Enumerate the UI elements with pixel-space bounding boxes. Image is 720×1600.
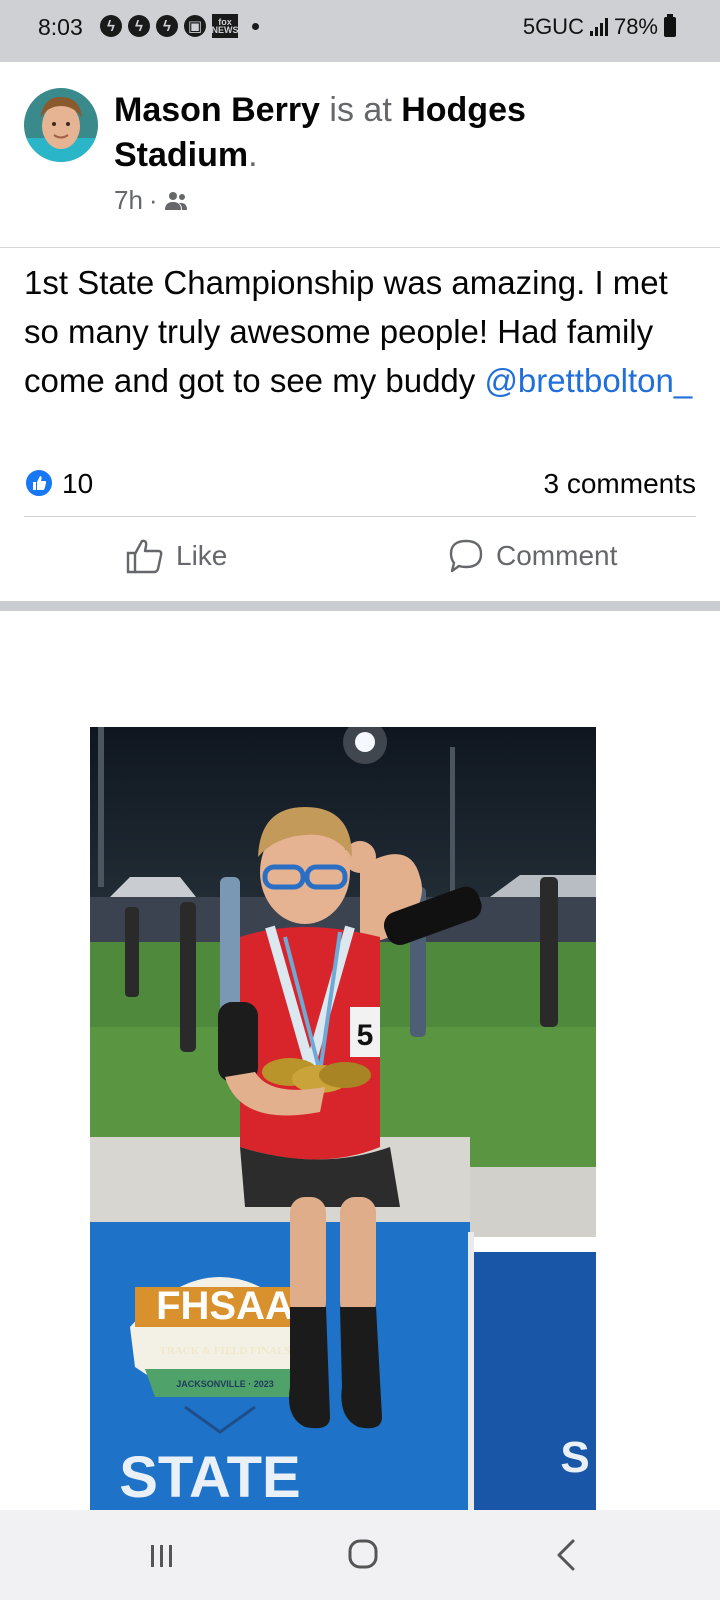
recent-apps-icon[interactable] (147, 1540, 177, 1570)
status-right: 5GUC 78% (523, 14, 676, 40)
signal-icon (589, 18, 608, 36)
thumbs-up-icon (126, 539, 163, 574)
checkin-connector: is at (319, 91, 402, 129)
fhsaa-logo-text: FHSAA (156, 1284, 294, 1328)
header-divider (0, 247, 720, 248)
messenger-icon: ϟ (156, 15, 178, 37)
post-photo[interactable]: FHSAA TRACK & FIELD FINALS JACKSONVILLE … (90, 727, 596, 1510)
friends-icon (164, 191, 187, 210)
notification-icons: ϟ ϟ ϟ ▣ fox NEWS (100, 14, 259, 38)
like-button[interactable]: Like (126, 538, 227, 574)
battery-percent: 78% (613, 14, 658, 39)
comment-button[interactable]: Comment (448, 538, 617, 574)
post-meta: 7h · (114, 185, 188, 216)
like-count[interactable]: 10 (62, 468, 93, 500)
reactions-row: 10 3 comments (24, 464, 696, 508)
state-text: STATE (119, 1445, 301, 1510)
android-nav-bar (0, 1510, 720, 1600)
author-line: Mason Berry is at Hodges Stadium. (114, 88, 674, 178)
mention-link[interactable]: @brettbolton_ (484, 362, 692, 399)
like-label: Like (176, 540, 228, 571)
messenger-icon: ϟ (128, 15, 150, 37)
banner-text: TRACK & FIELD FINALS (159, 1345, 290, 1357)
battery-icon (664, 14, 676, 37)
status-time: 8:03 (38, 14, 83, 40)
checkin-period: . (248, 136, 258, 174)
side-text: S (560, 1433, 589, 1482)
avatar[interactable] (24, 88, 98, 162)
comment-bubble-icon (449, 539, 483, 573)
comment-count[interactable]: 3 comments (544, 468, 697, 500)
post-header: Mason Berry is at Hodges Stadium. 7h · (0, 62, 720, 247)
post-text: 1st State Championship was amazing. I me… (24, 258, 704, 405)
messenger-icon: ϟ (100, 15, 122, 37)
lock-icon: ▣ (184, 15, 206, 37)
section-separator (0, 601, 720, 611)
actions-divider (24, 516, 696, 517)
bib-number: 5 (357, 1019, 374, 1052)
status-bar: 8:03 ϟ ϟ ϟ ▣ fox NEWS 5GUC 78% (0, 0, 720, 62)
more-notifications-dot (252, 22, 259, 30)
post-time[interactable]: 7h (114, 185, 143, 216)
meta-separator: · (148, 185, 158, 215)
author-name[interactable]: Mason Berry (114, 91, 320, 129)
location-text: JACKSONVILLE · 2023 (176, 1379, 274, 1389)
like-reaction-icon[interactable] (24, 468, 54, 498)
comment-label: Comment (496, 540, 618, 571)
home-icon[interactable] (348, 1539, 378, 1569)
back-icon[interactable] (555, 1538, 577, 1572)
fox-news-icon: fox NEWS (212, 14, 239, 38)
network-type: 5GUC (522, 14, 584, 39)
